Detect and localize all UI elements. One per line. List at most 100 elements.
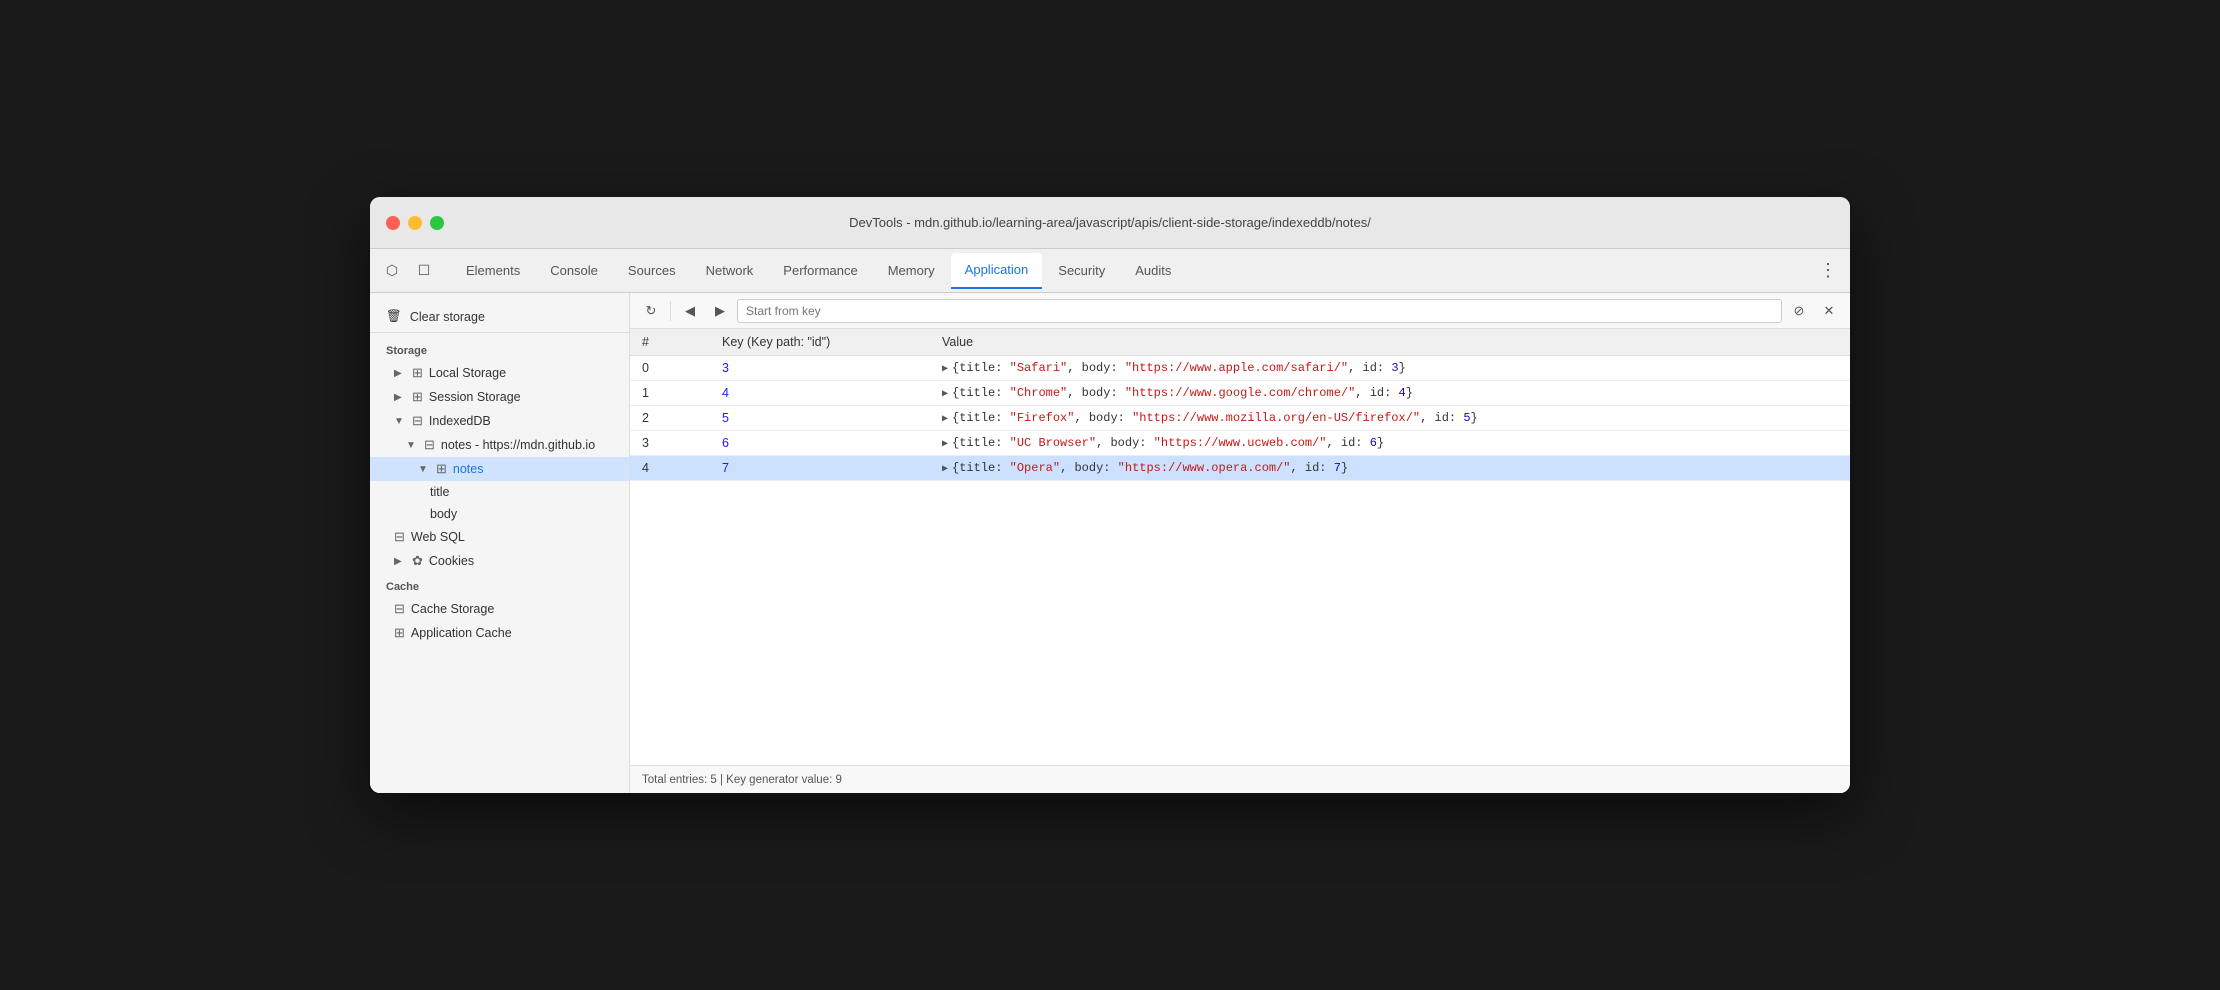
row-index: 1 (630, 381, 710, 406)
tab-audits[interactable]: Audits (1121, 253, 1185, 289)
col-value-header: Value (930, 329, 1850, 356)
cache-storage-icon: ⊟ (394, 601, 405, 617)
back-button[interactable]: ◀ (677, 298, 703, 324)
expand-arrow[interactable]: ▶ (942, 389, 948, 400)
sidebar-item-title[interactable]: title (370, 481, 629, 503)
sidebar-item-db[interactable]: ▼ ⊟ notes - https://mdn.github.io (370, 433, 629, 457)
expand-arrow[interactable]: ▶ (942, 364, 948, 375)
chevron-down-icon: ▼ (406, 440, 418, 451)
table-row[interactable]: 36▶{title: "UC Browser", body: "https://… (630, 431, 1850, 456)
cursor-icon: ⬡ (386, 262, 398, 279)
storage-section-header: Storage (370, 337, 629, 361)
forward-button[interactable]: ▶ (707, 298, 733, 324)
forward-icon: ▶ (715, 303, 725, 319)
tab-performance[interactable]: Performance (769, 253, 871, 289)
store-icon: ⊞ (436, 461, 447, 477)
row-key: 4 (710, 381, 930, 406)
content-panel: ↻ ◀ ▶ ⊘ ✕ (630, 293, 1850, 793)
sidebar-item-notes-store[interactable]: ▼ ⊞ notes (370, 457, 629, 481)
chevron-right-icon: ▶ (394, 368, 406, 379)
devtools-icons: ⬡ ☐ (378, 257, 438, 285)
sidebar: 🗑 Clear storage Storage ▶ ⊞ Local Storag… (370, 293, 630, 793)
sidebar-item-body[interactable]: body (370, 503, 629, 525)
tab-bar: ⬡ ☐ Elements Console Sources Network Per… (370, 249, 1850, 293)
inspect-icon-btn[interactable]: ☐ (410, 257, 438, 285)
col-key-header: Key (Key path: "id") (710, 329, 930, 356)
table-header-row: # Key (Key path: "id") Value (630, 329, 1850, 356)
devtools-window: DevTools - mdn.github.io/learning-area/j… (370, 197, 1850, 793)
tab-elements[interactable]: Elements (452, 253, 534, 289)
sidebar-item-local-storage[interactable]: ▶ ⊞ Local Storage (370, 361, 629, 385)
table-row[interactable]: 03▶{title: "Safari", body: "https://www.… (630, 356, 1850, 381)
row-key: 3 (710, 356, 930, 381)
expand-arrow[interactable]: ▶ (942, 439, 948, 450)
back-icon: ◀ (685, 303, 695, 319)
chevron-down-icon: ▼ (394, 416, 406, 427)
more-icon: ⋮ (1819, 260, 1837, 281)
refresh-icon: ↻ (646, 303, 657, 319)
sidebar-item-websql[interactable]: ⊟ Web SQL (370, 525, 629, 549)
row-value: ▶{title: "Firefox", body: "https://www.m… (930, 406, 1850, 431)
tab-security[interactable]: Security (1044, 253, 1119, 289)
more-button[interactable]: ⋮ (1814, 257, 1842, 285)
row-index: 3 (630, 431, 710, 456)
data-table: # Key (Key path: "id") Value 03▶{title: … (630, 329, 1850, 481)
cursor-icon-btn[interactable]: ⬡ (378, 257, 406, 285)
close-filter-button[interactable]: ✕ (1816, 298, 1842, 324)
tab-bar-right: ⋮ (1814, 257, 1842, 285)
table-row[interactable]: 14▶{title: "Chrome", body: "https://www.… (630, 381, 1850, 406)
minimize-button[interactable] (408, 216, 422, 230)
sidebar-item-session-storage[interactable]: ▶ ⊞ Session Storage (370, 385, 629, 409)
table-area: # Key (Key path: "id") Value 03▶{title: … (630, 329, 1850, 765)
cache-section-header: Cache (370, 573, 629, 597)
tab-console[interactable]: Console (536, 253, 612, 289)
expand-arrow[interactable]: ▶ (942, 464, 948, 475)
main-content: 🗑 Clear storage Storage ▶ ⊞ Local Storag… (370, 293, 1850, 793)
title-bar: DevTools - mdn.github.io/learning-area/j… (370, 197, 1850, 249)
clear-storage-button[interactable]: 🗑 Clear storage (370, 301, 629, 333)
row-key: 6 (710, 431, 930, 456)
window-title: DevTools - mdn.github.io/learning-area/j… (849, 215, 1371, 230)
block-icon: ⊘ (1794, 303, 1805, 319)
chevron-right-icon: ▶ (394, 392, 406, 403)
row-value: ▶{title: "Safari", body: "https://www.ap… (930, 356, 1850, 381)
tab-network[interactable]: Network (692, 253, 768, 289)
tab-sources[interactable]: Sources (614, 253, 690, 289)
tab-memory[interactable]: Memory (874, 253, 949, 289)
close-button[interactable] (386, 216, 400, 230)
row-value: ▶{title: "Chrome", body: "https://www.go… (930, 381, 1850, 406)
status-bar: Total entries: 5 | Key generator value: … (630, 765, 1850, 793)
sidebar-item-cache-storage[interactable]: ⊟ Cache Storage (370, 597, 629, 621)
table-row[interactable]: 25▶{title: "Firefox", body: "https://www… (630, 406, 1850, 431)
table-row[interactable]: 47▶{title: "Opera", body: "https://www.o… (630, 456, 1850, 481)
search-input[interactable] (737, 299, 1782, 323)
local-storage-icon: ⊞ (412, 365, 423, 381)
close-icon: ✕ (1824, 303, 1835, 319)
col-number-header: # (630, 329, 710, 356)
toolbar-separator (670, 301, 671, 321)
row-index: 0 (630, 356, 710, 381)
sidebar-item-indexeddb[interactable]: ▼ ⊟ IndexedDB (370, 409, 629, 433)
sidebar-item-cookies[interactable]: ▶ ✿ Cookies (370, 549, 629, 573)
tab-application[interactable]: Application (951, 253, 1043, 289)
database-icon: ⊟ (424, 437, 435, 453)
cookies-icon: ✿ (412, 553, 423, 569)
chevron-right-icon: ▶ (394, 556, 406, 567)
maximize-button[interactable] (430, 216, 444, 230)
row-key: 7 (710, 456, 930, 481)
indexeddb-icon: ⊟ (412, 413, 423, 429)
traffic-lights (386, 216, 444, 230)
status-text: Total entries: 5 | Key generator value: … (642, 774, 842, 786)
refresh-button[interactable]: ↻ (638, 298, 664, 324)
sidebar-item-app-cache[interactable]: ⊞ Application Cache (370, 621, 629, 645)
expand-arrow[interactable]: ▶ (942, 414, 948, 425)
inspect-icon: ☐ (418, 262, 431, 279)
row-value: ▶{title: "Opera", body: "https://www.ope… (930, 456, 1850, 481)
trash-icon: 🗑 (386, 309, 402, 324)
websql-icon: ⊟ (394, 529, 405, 545)
session-storage-icon: ⊞ (412, 389, 423, 405)
block-button[interactable]: ⊘ (1786, 298, 1812, 324)
app-cache-icon: ⊞ (394, 625, 405, 641)
chevron-down-icon: ▼ (418, 464, 430, 475)
row-index: 2 (630, 406, 710, 431)
